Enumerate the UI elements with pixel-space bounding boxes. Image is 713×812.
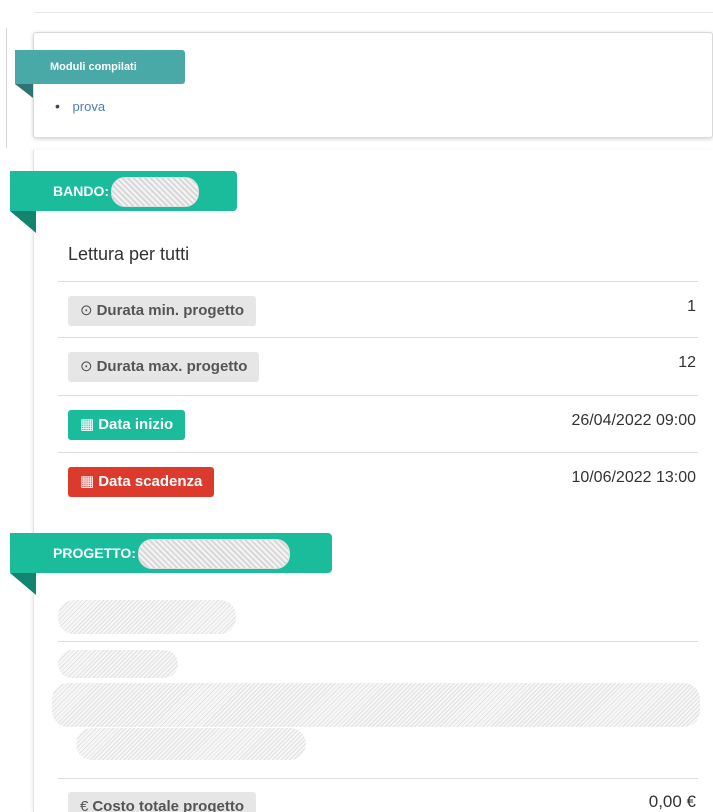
progetto-divider-1 bbox=[58, 641, 698, 642]
redacted-progetto-name bbox=[137, 539, 290, 570]
durata-max-value: 12 bbox=[678, 354, 696, 371]
progetto-ribbon-label: PROGETTO: bbox=[53, 545, 136, 561]
bando-ribbon-tail bbox=[10, 211, 36, 233]
redacted-description-line-2 bbox=[52, 683, 700, 727]
moduli-list: • prova bbox=[55, 98, 105, 114]
info-row-durata-min: ⊙ Durata min. progetto 1 bbox=[58, 281, 698, 337]
modulo-link-prova[interactable]: prova bbox=[73, 99, 106, 114]
info-row-costo-totale: € Costo totale progetto 0,00 € bbox=[58, 778, 698, 812]
bando-ribbon-label: BANDO: bbox=[53, 183, 109, 199]
clock-icon: ⊙ bbox=[80, 358, 93, 375]
bullet-icon: • bbox=[55, 98, 60, 114]
redacted-description-line-3 bbox=[76, 728, 306, 760]
durata-max-label: Durata max. progetto bbox=[96, 358, 248, 375]
moduli-ribbon: Moduli compilati bbox=[15, 50, 185, 84]
durata-min-value: 1 bbox=[687, 298, 696, 315]
moduli-title: Moduli compilati bbox=[50, 61, 137, 73]
durata-max-badge: ⊙ Durata max. progetto bbox=[68, 352, 260, 382]
calendar-icon: ▦ bbox=[80, 416, 95, 433]
bando-ribbon: BANDO: bbox=[10, 171, 237, 211]
durata-min-label: Durata min. progetto bbox=[96, 302, 245, 319]
euro-icon: € bbox=[80, 798, 89, 812]
moduli-panel bbox=[33, 32, 713, 138]
redacted-bando-name bbox=[111, 177, 199, 208]
data-inizio-label: Data inizio bbox=[98, 416, 174, 433]
progetto-ribbon-tail bbox=[10, 573, 36, 595]
left-divider bbox=[6, 28, 7, 148]
data-inizio-badge: ▦ Data inizio bbox=[68, 410, 186, 440]
costo-totale-value: 0,00 € bbox=[648, 792, 696, 811]
calendar-icon: ▦ bbox=[80, 473, 95, 490]
progetto-ribbon: PROGETTO: bbox=[10, 533, 332, 573]
data-inizio-value: 26/04/2022 09:00 bbox=[571, 412, 696, 429]
info-row-data-inizio: ▦ Data inizio 26/04/2022 09:00 bbox=[58, 395, 698, 451]
costo-totale-label: Costo totale progetto bbox=[92, 798, 244, 812]
costo-totale-badge: € Costo totale progetto bbox=[68, 792, 256, 812]
redacted-project-title bbox=[58, 600, 236, 634]
info-row-data-scadenza: ▦ Data scadenza 10/06/2022 13:00 bbox=[58, 452, 698, 508]
durata-min-badge: ⊙ Durata min. progetto bbox=[68, 296, 257, 326]
clock-icon: ⊙ bbox=[80, 302, 93, 319]
page: Moduli compilati • prova BANDO: Lettura … bbox=[0, 0, 713, 812]
redacted-description-line-1 bbox=[58, 650, 178, 678]
data-scadenza-label: Data scadenza bbox=[98, 473, 203, 490]
data-scadenza-value: 10/06/2022 13:00 bbox=[571, 469, 696, 486]
data-scadenza-badge: ▦ Data scadenza bbox=[68, 467, 215, 497]
info-row-durata-max: ⊙ Durata max. progetto 12 bbox=[58, 337, 698, 393]
top-divider bbox=[34, 12, 713, 13]
bando-subtitle: Lettura per tutti bbox=[68, 244, 190, 264]
moduli-ribbon-tail bbox=[15, 84, 33, 98]
